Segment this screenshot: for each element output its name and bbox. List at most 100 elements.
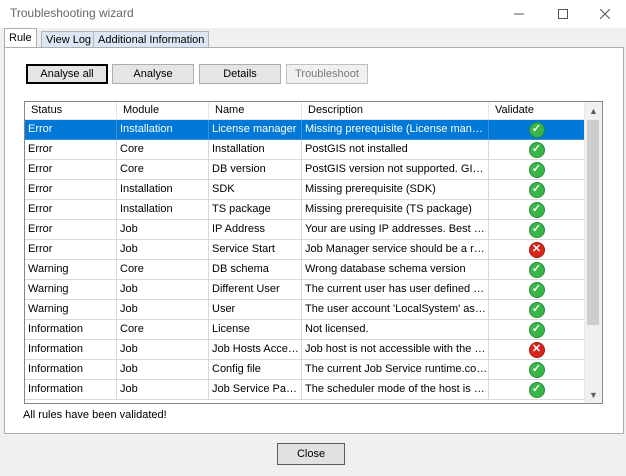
rules-grid: Status Module Name Description Validate … [24,101,603,404]
minimize-icon [514,13,524,15]
close-window-button[interactable] [585,0,625,28]
status-cell: Information [25,360,117,380]
validate-cell[interactable]: ✓ [489,200,585,220]
minimize-button[interactable] [499,0,539,28]
column-header-validate[interactable]: Validate [489,102,585,119]
status-cell: Error [25,220,117,240]
module-cell: Installation [117,180,209,200]
description-cell: Job host is not accessible with the user… [302,340,489,360]
name-cell: Different User [209,280,302,300]
column-header-description[interactable]: Description [302,102,489,119]
error-x-icon: ✕ [528,241,545,258]
table-row[interactable]: Error Job IP Address Your are using IP addr… [25,220,585,240]
scroll-up-arrow-icon[interactable]: ▲ [585,102,602,119]
column-header-name[interactable]: Name [209,102,302,119]
table-row[interactable]: Warning Job Different User The current user… [25,280,585,300]
details-button[interactable]: Details [199,64,281,84]
troubleshooting-wizard-window: Troubleshooting wizard Rule View Log Add… [0,0,626,476]
validate-cell[interactable]: ✓ [489,180,585,200]
module-cell: Job [117,300,209,320]
column-header-module[interactable]: Module [117,102,209,119]
checkmark-icon: ✓ [528,201,545,218]
table-row[interactable]: Error Installation License manager Missing … [25,120,585,140]
description-cell: Wrong database schema version [302,260,489,280]
validate-cell[interactable]: ✓ [489,260,585,280]
column-header-status[interactable]: Status [25,102,117,119]
name-cell: Service Start [209,240,302,260]
status-message: All rules have been validated! [23,409,167,421]
status-cell: Error [25,120,117,140]
window-title: Troubleshooting wizard [10,6,134,20]
module-cell: Job [117,240,209,260]
description-cell: The current user has user defined units … [302,280,489,300]
name-cell: IP Address [209,220,302,240]
name-cell: Job Hosts Access... [209,340,302,360]
description-cell: PostGIS version not supported. GIS man..… [302,160,489,180]
checkmark-icon: ✓ [528,141,545,158]
checkmark-icon: ✓ [528,221,545,238]
vertical-scrollbar[interactable]: ▲ ▼ [584,102,602,403]
module-cell: Core [117,160,209,180]
validate-cell[interactable]: ✓ [489,300,585,320]
troubleshoot-button[interactable]: Troubleshoot [286,64,368,84]
name-cell: Job Service Paus... [209,380,302,400]
description-cell: The scheduler mode of the host is "Paus.… [302,380,489,400]
name-cell: TS package [209,200,302,220]
maximize-button[interactable] [543,0,583,28]
status-cell: Error [25,200,117,220]
table-row[interactable]: Warning Job User The user account 'LocalSys… [25,300,585,320]
table-row[interactable]: Error Installation TS package Missing prere… [25,200,585,220]
table-row[interactable]: Error Job Service Start Job Manager service… [25,240,585,260]
name-cell: DB version [209,160,302,180]
tab-additional-information[interactable]: Additional Information [93,31,210,48]
scroll-down-arrow-icon[interactable]: ▼ [585,386,602,403]
analyse-button[interactable]: Analyse [112,64,194,84]
tab-rule[interactable]: Rule [4,28,37,49]
title-bar: Troubleshooting wizard [0,0,626,28]
name-cell: DB schema [209,260,302,280]
description-cell: Job Manager service should be a runnin..… [302,240,489,260]
status-cell: Information [25,340,117,360]
checkmark-icon: ✓ [528,281,545,298]
status-cell: Error [25,240,117,260]
table-row[interactable]: Information Core License Not licensed. ✓ [25,320,585,340]
checkmark-icon: ✓ [528,321,545,338]
error-x-icon: ✕ [528,341,545,358]
tab-view-log[interactable]: View Log [41,31,97,48]
status-cell: Information [25,320,117,340]
validate-cell[interactable]: ✓ [489,280,585,300]
checkmark-icon: ✓ [528,381,545,398]
table-row[interactable]: Information Job Config file The current Job… [25,360,585,380]
checkmark-icon: ✓ [528,301,545,318]
description-cell: Missing prerequisite (SDK) [302,180,489,200]
table-row[interactable]: Error Core Installation PostGIS not install… [25,140,585,160]
validate-cell[interactable]: ✕ [489,340,585,360]
validate-cell[interactable]: ✓ [489,320,585,340]
status-cell: Error [25,160,117,180]
table-row[interactable]: Warning Core DB schema Wrong database schem… [25,260,585,280]
table-row[interactable]: Information Job Job Service Paus... The sch… [25,380,585,400]
validate-cell[interactable]: ✓ [489,120,585,140]
validate-cell[interactable]: ✓ [489,160,585,180]
module-cell: Installation [117,200,209,220]
validate-cell[interactable]: ✓ [489,360,585,380]
validate-cell[interactable]: ✓ [489,380,585,400]
name-cell: SDK [209,180,302,200]
table-row[interactable]: Error Installation SDK Missing prerequisite… [25,180,585,200]
name-cell: License manager [209,120,302,140]
table-row[interactable]: Error Core DB version PostGIS version not s… [25,160,585,180]
module-cell: Core [117,320,209,340]
status-cell: Warning [25,260,117,280]
table-row[interactable]: Information Job Job Hosts Access... Job hos… [25,340,585,360]
status-cell: Error [25,180,117,200]
close-button[interactable]: Close [277,443,345,465]
validate-cell[interactable]: ✓ [489,140,585,160]
analyse-all-button[interactable]: Analyse all [26,64,108,84]
grid-header: Status Module Name Description Validate [25,102,585,120]
description-cell: The current Job Service runtime.config d… [302,360,489,380]
status-cell: Information [25,380,117,400]
scroll-thumb[interactable] [587,120,599,325]
tab-strip: Rule View Log Additional Information [0,28,626,49]
validate-cell[interactable]: ✓ [489,220,585,240]
validate-cell[interactable]: ✕ [489,240,585,260]
